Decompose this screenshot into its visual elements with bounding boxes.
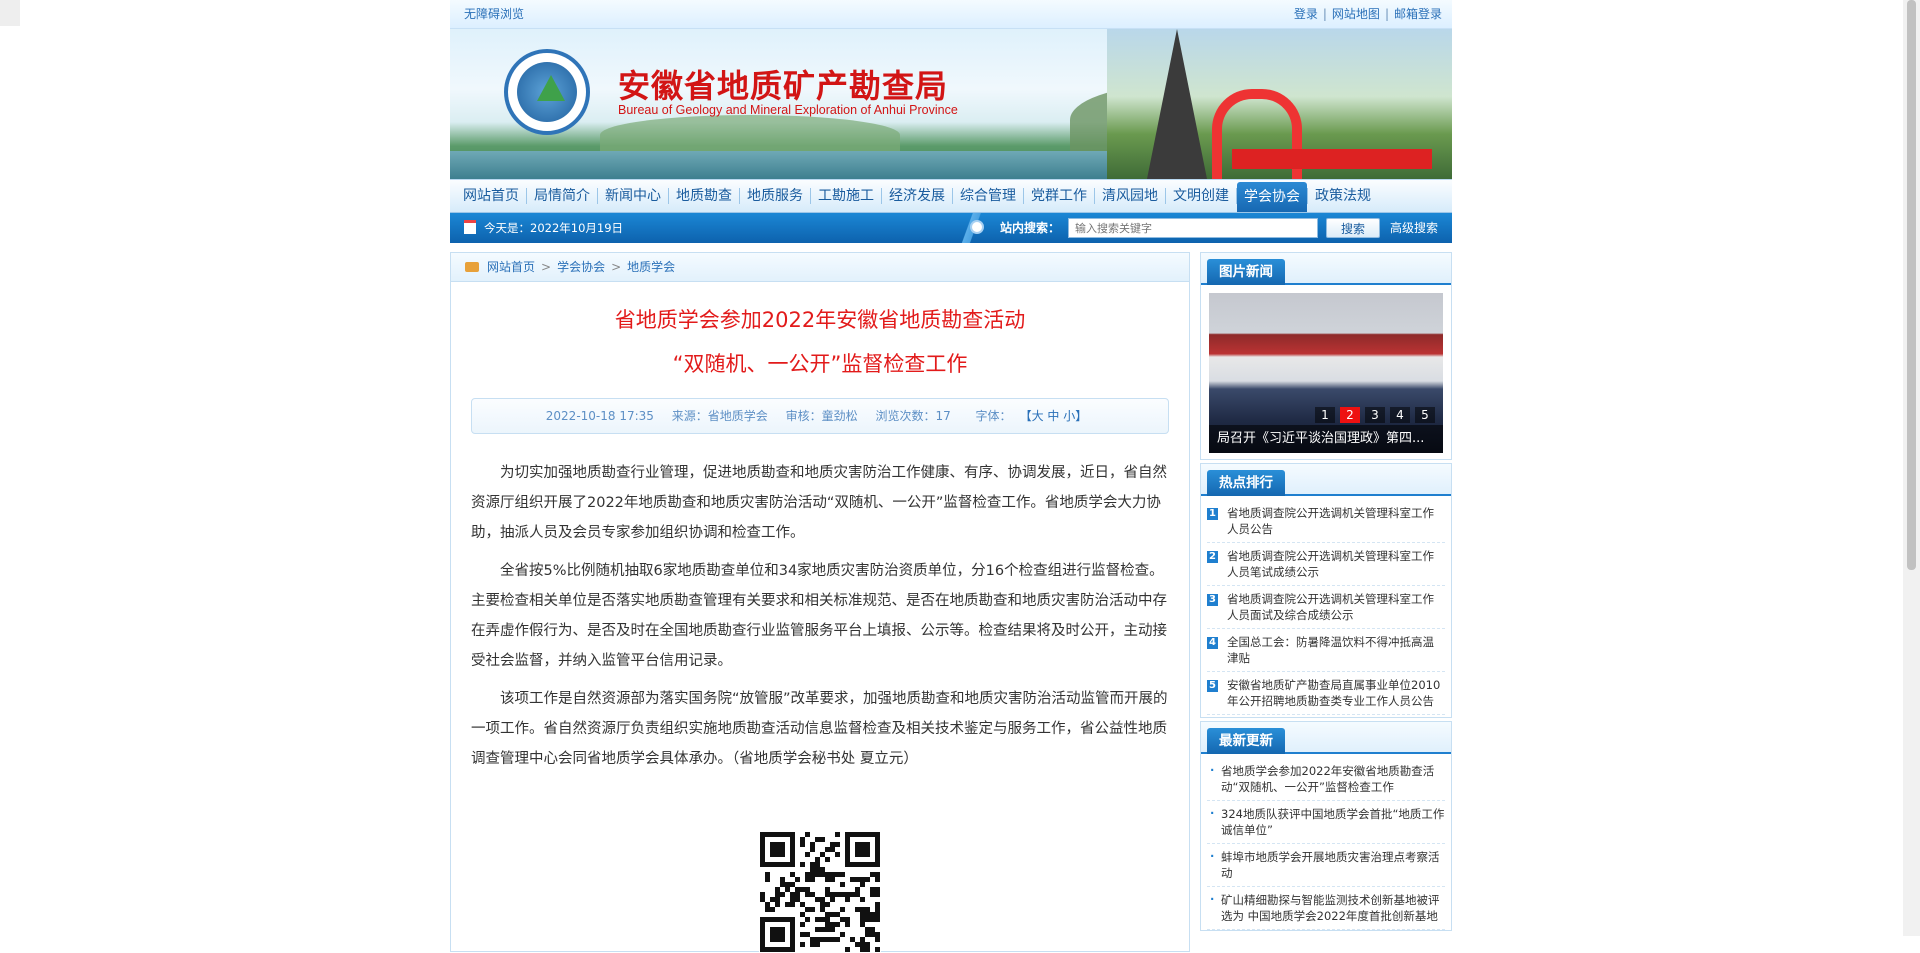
latest-updates-title: 最新更新: [1207, 728, 1285, 754]
font-size-options[interactable]: 【大 中 小】: [1026, 409, 1088, 423]
list-item[interactable]: 2 省地质调查院公开选调机关管理科室工作人员笔试成绩公示: [1207, 543, 1445, 586]
hot-ranking-box: 热点排行 1 省地质调查院公开选调机关管理科室工作人员公告 2 省地质调查院公开选调…: [1200, 463, 1452, 718]
top-links-bar: 无障碍浏览 登录 | 网站地图 | 邮箱登录: [450, 0, 1452, 29]
slide-page-1[interactable]: 1: [1315, 407, 1335, 423]
nav-integrity[interactable]: 清风园地: [1095, 180, 1165, 212]
location-icon: [465, 262, 479, 272]
list-item[interactable]: 4 全国总工会：防暑降温饮料不得冲抵高温津贴: [1207, 629, 1445, 672]
list-item[interactable]: 蚌埠市地质学会开展地质灾害治理点考察活动: [1207, 844, 1445, 887]
article-reviewer: 审核：童劲松: [785, 409, 858, 423]
breadcrumb-societies[interactable]: 学会协会: [557, 260, 605, 274]
rank-number: 4: [1207, 637, 1218, 649]
page-scrollbar[interactable]: [1903, 0, 1920, 936]
slide-page-4[interactable]: 4: [1390, 407, 1410, 423]
today-date: 今天是：2022年10月19日: [464, 213, 623, 243]
page-corner: [0, 0, 20, 26]
search-button[interactable]: 搜索: [1326, 218, 1380, 238]
nav-geology-service[interactable]: 地质服务: [740, 180, 810, 212]
sidebar: 图片新闻 1 2 3 4 5 局召开《习近平谈治国理政》第四... 热点排行 1…: [1200, 252, 1452, 934]
photo-news-box: 图片新闻 1 2 3 4 5 局召开《习近平谈治国理政》第四...: [1200, 252, 1452, 460]
breadcrumb: 网站首页 > 学会协会 > 地质学会: [451, 253, 1189, 282]
list-item[interactable]: 1 省地质调查院公开选调机关管理科室工作人员公告: [1207, 500, 1445, 543]
rank-number: 3: [1207, 594, 1218, 606]
page-container: 无障碍浏览 登录 | 网站地图 | 邮箱登录 安徽省地质矿产勘查局 Bureau of …: [450, 0, 1452, 953]
rank-number: 1: [1207, 508, 1218, 520]
nav-management[interactable]: 综合管理: [953, 180, 1023, 212]
article-panel: 网站首页 > 学会协会 > 地质学会 省地质学会参加2022年安徽省地质勘查活动 “双随…: [450, 252, 1190, 953]
bureau-logo-icon: [504, 49, 590, 135]
photo-news-slide[interactable]: 1 2 3 4 5 局召开《习近平谈治国理政》第四...: [1209, 293, 1443, 453]
slide-page-5[interactable]: 5: [1415, 407, 1435, 423]
banner-stage: [1232, 149, 1432, 169]
nav-about[interactable]: 局情简介: [527, 180, 597, 212]
list-item[interactable]: 省地质学会参加2022年安徽省地质勘查活动“双随机、一公开”监督检查工作: [1207, 758, 1445, 801]
article-body: 为切实加强地质勘查行业管理，促进地质勘查和地质灾害防治工作健康、有序、协调发展，…: [471, 458, 1169, 774]
info-search-bar: 今天是：2022年10月19日 站内搜索： 搜索 高级搜索: [450, 213, 1452, 243]
article-title-line2: “双随机、一公开”监督检查工作: [672, 352, 968, 376]
article-source: 来源：省地质学会: [671, 409, 768, 423]
breadcrumb-geology-society[interactable]: 地质学会: [627, 260, 675, 274]
rank-text[interactable]: 省地质调查院公开选调机关管理科室工作人员公告: [1227, 506, 1434, 536]
scrollbar-thumb[interactable]: [1907, 0, 1916, 570]
article-views: 浏览次数：17: [875, 409, 951, 423]
search-input[interactable]: [1068, 218, 1318, 238]
photo-news-title: 图片新闻: [1207, 259, 1285, 285]
list-item[interactable]: 3 省地质调查院公开选调机关管理科室工作人员面试及综合成绩公示: [1207, 586, 1445, 629]
article-title: 省地质学会参加2022年安徽省地质勘查活动 “双随机、一公开”监督检查工作: [451, 298, 1189, 386]
list-item[interactable]: 324地质队获评中国地质学会首批“地质工作诚信单位”: [1207, 801, 1445, 844]
article-paragraph: 该项工作是自然资源部为落实国务院“放管服”改革要求，加强地质勘查和地质灾害防治活…: [471, 691, 1168, 767]
article-paragraph: 全省按5%比例随机抽取6家地质勘查单位和34家地质灾害防治资质单位，分16个检查…: [471, 563, 1167, 669]
nav-civilization[interactable]: 文明创建: [1166, 180, 1236, 212]
rank-text[interactable]: 省地质调查院公开选调机关管理科室工作人员面试及综合成绩公示: [1227, 592, 1434, 622]
nav-economy[interactable]: 经济发展: [882, 180, 952, 212]
slide-page-3[interactable]: 3: [1365, 407, 1385, 423]
slide-pager: 1 2 3 4 5: [1310, 407, 1435, 423]
slide-caption[interactable]: 局召开《习近平谈治国理政》第四...: [1209, 425, 1443, 453]
rank-text[interactable]: 安徽省地质矿产勘查局直属事业单位2010年公开招聘地质勘查类专业工作人员公告: [1227, 678, 1440, 708]
article-paragraph: 为切实加强地质勘查行业管理，促进地质勘查和地质灾害防治工作健康、有序、协调发展，…: [471, 465, 1167, 541]
advanced-search-link[interactable]: 高级搜索: [1390, 213, 1438, 243]
qr-code-icon: [759, 831, 881, 953]
rank-number: 5: [1207, 680, 1218, 692]
rank-text[interactable]: 全国总工会：防暑降温饮料不得冲抵高温津贴: [1227, 635, 1434, 665]
accessibility-link[interactable]: 无障碍浏览: [464, 0, 524, 28]
article-meta: 2022-10-18 17:35 来源：省地质学会 审核：童劲松 浏览次数：17…: [471, 398, 1169, 434]
nav-societies[interactable]: 学会协会: [1237, 182, 1307, 212]
site-title-cn: 安徽省地质矿产勘查局: [618, 67, 949, 105]
main-nav: 网站首页 局情简介 新闻中心 地质勘查 地质服务 工勘施工 经济发展 综合管理 …: [450, 179, 1452, 213]
site-title-en: Bureau of Geology and Mineral Exploratio…: [618, 103, 958, 117]
login-link[interactable]: 登录: [1294, 7, 1318, 21]
nav-party[interactable]: 党群工作: [1024, 180, 1094, 212]
search-label: 站内搜索：: [1000, 221, 1061, 235]
nav-engineering[interactable]: 工勘施工: [811, 180, 881, 212]
search-person-icon: [970, 220, 984, 234]
list-item[interactable]: 矿山精细勘探与智能监测技术创新基地被评选为 中国地质学会2022年度首批创新基地: [1207, 887, 1445, 930]
header-banner: 安徽省地质矿产勘查局 Bureau of Geology and Mineral…: [450, 29, 1452, 179]
nav-home[interactable]: 网站首页: [456, 180, 526, 212]
today-date-text: 今天是：2022年10月19日: [484, 221, 624, 235]
breadcrumb-home[interactable]: 网站首页: [487, 260, 535, 274]
nav-geology-survey[interactable]: 地质勘查: [669, 180, 739, 212]
mail-login-link[interactable]: 邮箱登录: [1394, 7, 1442, 21]
font-size-label: 字体：: [975, 409, 1012, 423]
article-datetime: 2022-10-18 17:35: [545, 409, 654, 423]
list-item[interactable]: 5 安徽省地质矿产勘查局直属事业单位2010年公开招聘地质勘查类专业工作人员公告: [1207, 672, 1445, 715]
banner-tower: [1147, 29, 1207, 179]
nav-news[interactable]: 新闻中心: [598, 180, 668, 212]
font-size-control: 字体： 【大 中 小】: [969, 409, 1095, 423]
article-title-line1: 省地质学会参加2022年安徽省地质勘查活动: [614, 308, 1026, 332]
rank-number: 2: [1207, 551, 1218, 563]
slide-page-2[interactable]: 2: [1340, 407, 1360, 423]
nav-policy[interactable]: 政策法规: [1308, 180, 1378, 212]
latest-updates-box: 最新更新 省地质学会参加2022年安徽省地质勘查活动“双随机、一公开”监督检查工…: [1200, 721, 1452, 931]
hot-ranking-title: 热点排行: [1207, 470, 1285, 496]
top-right-links: 登录 | 网站地图 | 邮箱登录: [1293, 7, 1442, 21]
calendar-icon: [464, 220, 476, 234]
rank-text[interactable]: 省地质调查院公开选调机关管理科室工作人员笔试成绩公示: [1227, 549, 1434, 579]
sitemap-link[interactable]: 网站地图: [1332, 7, 1380, 21]
